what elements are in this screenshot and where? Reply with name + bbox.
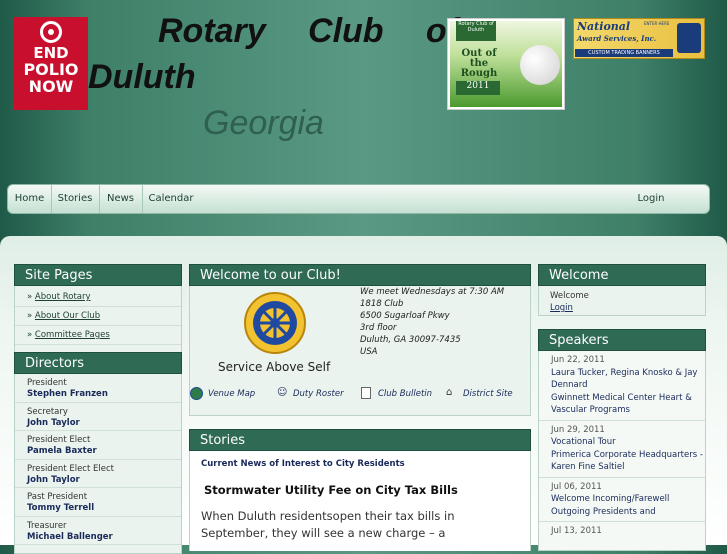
nav-login[interactable]: Login (630, 185, 672, 213)
logo-text-polio: POLIO (23, 60, 79, 79)
welcome-club-title: Welcome to our Club! (189, 264, 531, 286)
director-item: President Elect Pamela Baxter (15, 431, 181, 460)
speaker-item[interactable]: Jul 13, 2011 (539, 522, 705, 541)
ad-year: 2011 (456, 81, 500, 95)
award-emblem-icon (677, 23, 701, 53)
home-icon: ⌂ (446, 387, 453, 398)
link-duty-roster[interactable]: Duty Roster (293, 389, 344, 399)
link-committee-pages[interactable]: » Committee Pages (15, 326, 181, 345)
link-about-rotary[interactable]: » About Rotary (15, 288, 181, 307)
rotary-wheel-icon (40, 21, 62, 43)
speaker-item[interactable]: Jun 29, 2011 Vocational Tour Primerica C… (539, 421, 705, 478)
nav-calendar[interactable]: Calendar (142, 185, 200, 213)
director-item: Treasurer Michael Ballenger (15, 517, 181, 545)
welcome-club-box: Welcome to our Club! Service Above Self … (189, 264, 531, 416)
speakers-title: Speakers (538, 329, 706, 351)
site-title-line2: Duluth (88, 58, 196, 96)
link-district-site[interactable]: District Site (463, 389, 513, 399)
ad-corner-text: ENTER HERE (644, 21, 670, 26)
title-word: Rotary (158, 12, 266, 50)
stories-subheading: Current News of Interest to City Residen… (201, 459, 405, 469)
link-club-bulletin[interactable]: Club Bulletin (378, 389, 432, 399)
logo-text-end: END (33, 44, 69, 62)
link-about-our-club[interactable]: » About Our Club (15, 307, 181, 326)
title-word: Club (308, 12, 384, 50)
director-item: President Elect Elect John Taylor (15, 460, 181, 488)
stories-box: Stories Current News of Interest to City… (189, 429, 531, 551)
person-icon: ☺ (277, 387, 288, 398)
club-motto: Service Above Self (218, 360, 331, 374)
site-subtitle: Georgia (203, 104, 324, 142)
end-polio-now-logo[interactable]: END POLIO NOW (14, 17, 88, 110)
welcome-title: Welcome (538, 264, 706, 286)
meeting-info: We meet Wednesdays at 7:30 AM 1818 Club … (360, 287, 505, 357)
speakers-box: Speakers Jun 22, 2011 Laura Tucker, Regi… (538, 329, 706, 551)
nav-stories[interactable]: Stories (51, 185, 100, 213)
stories-title: Stories (189, 429, 531, 451)
ad-label: Rotary Club of Duluth (456, 21, 496, 41)
directors-box: Directors President Stephen Franzen Secre… (14, 352, 182, 554)
nav-news[interactable]: News (99, 185, 143, 213)
site-pages-title: Site Pages (14, 264, 182, 286)
site-title-line1: Rotary Club of (158, 12, 458, 51)
story-headline[interactable]: Stormwater Utility Fee on City Tax Bills (204, 483, 458, 497)
globe-icon (190, 387, 203, 400)
story-body: When Duluth residentsopen their tax bill… (201, 509, 455, 544)
national-award-ad[interactable]: National Award Services, Inc. ENTER HERE … (573, 18, 705, 59)
site-header: END POLIO NOW Rotary Club of Duluth Geor… (0, 0, 727, 180)
main-nav: Home Stories News Calendar Login (7, 184, 710, 214)
ad-headline: Out of the Rough (460, 48, 498, 79)
speaker-item[interactable]: Jun 22, 2011 Laura Tucker, Regina Knosko… (539, 351, 705, 421)
logo-text-now: NOW (28, 77, 74, 96)
site-pages-box: Site Pages » About Rotary » About Our Cl… (14, 264, 182, 361)
link-venue-map[interactable]: Venue Map (208, 389, 255, 399)
director-item: Past President Tommy Terrell (15, 488, 181, 517)
director-item: President Stephen Franzen (15, 374, 181, 403)
welcome-login-link[interactable]: Login (550, 302, 705, 314)
directors-title: Directors (14, 352, 182, 374)
rotary-emblem-icon (244, 292, 306, 354)
golf-ball-icon (520, 45, 560, 85)
nav-home[interactable]: Home (8, 185, 52, 213)
ad-banner-text: CUSTOM TRADING BANNERS (575, 49, 673, 57)
document-icon (361, 387, 371, 399)
golf-tournament-ad[interactable]: Rotary Club of Duluth Out of the Rough 2… (447, 18, 565, 110)
welcome-text: Welcome (550, 291, 589, 301)
welcome-box: Welcome Welcome Login (538, 264, 706, 316)
director-item: Secretary John Taylor (15, 403, 181, 431)
speaker-item[interactable]: Jul 06, 2011 Welcome Incoming/Farewell O… (539, 478, 705, 522)
